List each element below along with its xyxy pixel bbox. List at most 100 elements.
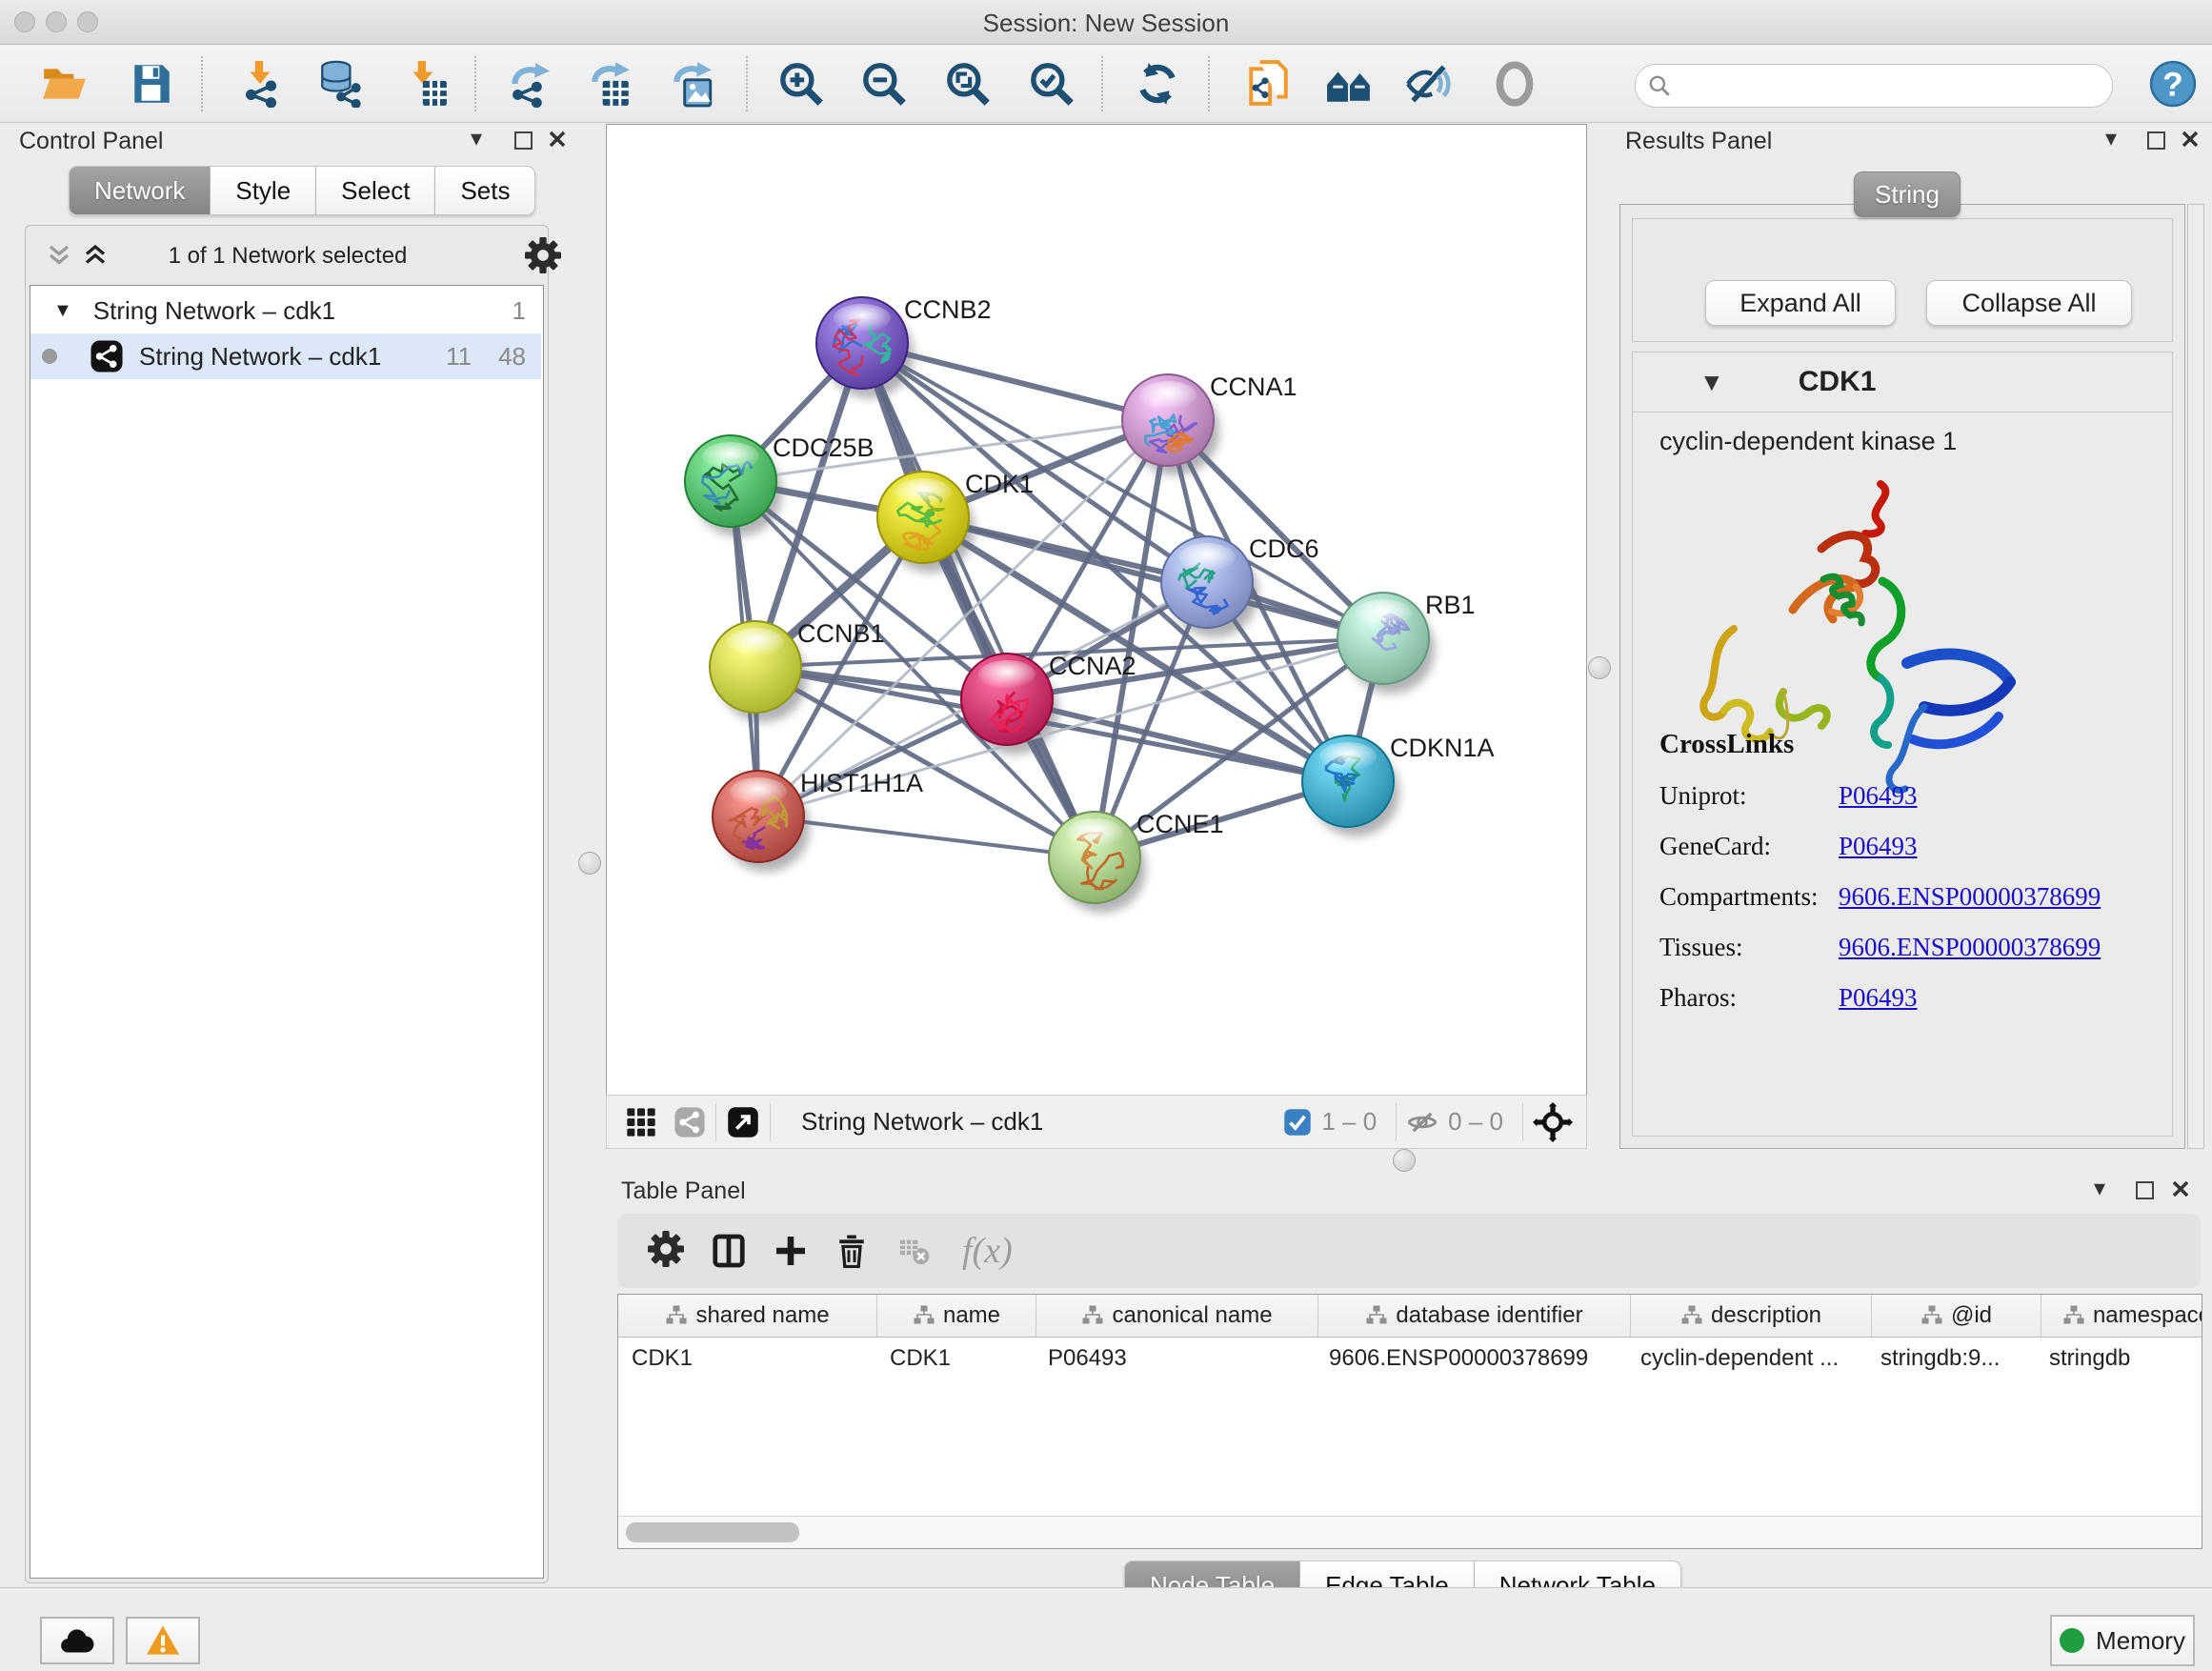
eye-icon[interactable]: [1491, 60, 1538, 108]
crosslink-label: Uniprot:: [1659, 781, 1839, 811]
open-session-icon[interactable]: [40, 60, 88, 108]
close-panel-icon[interactable]: [549, 131, 566, 148]
zoom-in-icon[interactable]: [777, 60, 825, 108]
network-status-dot-icon: [42, 349, 57, 364]
panel-menu-icon[interactable]: ▾: [2105, 128, 2117, 151]
search-input[interactable]: [1685, 71, 2099, 100]
float-panel-icon[interactable]: [2136, 1181, 2154, 1199]
warning-button[interactable]: [126, 1617, 200, 1664]
tab-string[interactable]: String: [1854, 171, 1961, 217]
close-panel-icon[interactable]: [2172, 1180, 2189, 1198]
node-CDK1[interactable]: [877, 472, 969, 563]
grid-view-icon[interactable]: [626, 1107, 656, 1137]
network-view-icon[interactable]: [674, 1106, 706, 1138]
column-header-namespace[interactable]: namespace: [2041, 1295, 2202, 1337]
toolbar-separator: [1396, 1103, 1397, 1141]
node-CDKN1A[interactable]: [1302, 735, 1394, 827]
column-header-database-identifier[interactable]: database identifier: [1318, 1295, 1631, 1337]
panel-menu-icon[interactable]: ▾: [2094, 1178, 2105, 1200]
node-CCNB2[interactable]: [816, 297, 908, 389]
tab-network[interactable]: Network: [69, 166, 211, 215]
save-session-icon[interactable]: [128, 60, 175, 108]
zoom-fit-icon[interactable]: [944, 60, 992, 108]
network-collection-row[interactable]: ▼ String Network – cdk1 1: [30, 288, 541, 333]
hidden-count: 0 – 0: [1448, 1107, 1503, 1137]
table-row[interactable]: CDK1CDK1P064939606.ENSP00000378699cyclin…: [618, 1338, 2202, 1379]
tab-sets[interactable]: Sets: [435, 166, 535, 215]
node-CCNA1[interactable]: [1122, 374, 1214, 466]
expand-all-icon[interactable]: [81, 243, 110, 268]
crosslink-link[interactable]: P06493: [1839, 781, 1918, 811]
control-panel-tabs: NetworkStyleSelectSets: [69, 166, 535, 215]
memory-status-dot: [2060, 1628, 2084, 1653]
delete-column-icon[interactable]: [835, 1234, 869, 1268]
node-CCNA2[interactable]: [961, 654, 1053, 745]
results-scrollbar[interactable]: [2187, 204, 2204, 1149]
float-panel-icon[interactable]: [514, 131, 533, 150]
column-header-canonical-name[interactable]: canonical name: [1036, 1295, 1318, 1337]
export-table-icon[interactable]: [587, 60, 634, 108]
tab-style[interactable]: Style: [211, 166, 316, 215]
bottom-splitter-handle[interactable]: [1393, 1149, 1416, 1172]
node-label-CDC6: CDC6: [1249, 534, 1319, 563]
import-network-file-icon[interactable]: [236, 60, 284, 108]
network-graph[interactable]: CCNB2CCNA1CDC25BCDK1CDC6RB1CCNB1CCNA2CDK…: [607, 125, 1586, 1095]
tree-expand-icon[interactable]: ▼: [53, 300, 72, 322]
help-icon[interactable]: ?: [2149, 60, 2197, 108]
select-columns-icon[interactable]: [711, 1233, 747, 1269]
left-splitter-handle[interactable]: [578, 852, 601, 875]
node-RB1[interactable]: [1337, 593, 1429, 684]
memory-button[interactable]: Memory: [2050, 1615, 2195, 1666]
table-options-gear-icon[interactable]: [648, 1231, 684, 1272]
export-image-icon[interactable]: [669, 60, 716, 108]
scrollbar-thumb[interactable]: [626, 1522, 799, 1542]
cloud-button[interactable]: [40, 1617, 114, 1664]
network-row-selected[interactable]: String Network – cdk1 11 48: [30, 333, 541, 379]
panel-menu-icon[interactable]: ▾: [471, 128, 482, 151]
zoom-out-icon[interactable]: [860, 60, 908, 108]
birds-eye-crosshair-icon[interactable]: [1533, 1102, 1573, 1142]
show-hide-icon[interactable]: [1405, 60, 1453, 108]
search-field: [1635, 64, 2113, 108]
column-header-shared-name[interactable]: shared name: [618, 1295, 877, 1337]
import-table-file-icon[interactable]: [402, 60, 450, 108]
export-network-icon[interactable]: [505, 60, 553, 108]
column-header-description[interactable]: description: [1631, 1295, 1872, 1337]
crosslink-link[interactable]: P06493: [1839, 983, 1918, 1013]
crosslink-label: Pharos:: [1659, 983, 1839, 1013]
column-header-@id[interactable]: @id: [1872, 1295, 2041, 1337]
float-panel-icon[interactable]: [2147, 131, 2165, 150]
column-header-name[interactable]: name: [877, 1295, 1036, 1337]
collapse-all-button[interactable]: Collapse All: [1926, 280, 2132, 326]
right-splitter-handle[interactable]: [1588, 656, 1611, 679]
expand-all-button[interactable]: Expand All: [1705, 280, 1896, 326]
table-cell: P06493: [1035, 1338, 1316, 1379]
toolbar-separator: [746, 56, 748, 111]
selected-checkbox-icon[interactable]: [1283, 1108, 1312, 1137]
section-collapse-icon[interactable]: ▼: [1699, 371, 1724, 393]
node-CCNB1[interactable]: [710, 621, 801, 713]
node-CDC6[interactable]: [1161, 536, 1253, 628]
collapse-all-icon[interactable]: [45, 243, 73, 268]
detach-view-icon[interactable]: [726, 1105, 760, 1139]
gene-section-header[interactable]: ▼ CDK1: [1633, 352, 2172, 413]
zoom-selected-icon[interactable]: [1028, 60, 1076, 108]
copy-style-icon[interactable]: [1244, 60, 1292, 108]
string-home-icon[interactable]: [1325, 60, 1373, 108]
crosslink-link[interactable]: 9606.ENSP00000378699: [1839, 882, 2101, 912]
tab-select[interactable]: Select: [316, 166, 435, 215]
node-HIST1H1A[interactable]: [713, 771, 804, 862]
node-CCNE1[interactable]: [1049, 812, 1140, 903]
refresh-icon[interactable]: [1134, 60, 1181, 108]
crosslink-link[interactable]: 9606.ENSP00000378699: [1839, 933, 2101, 962]
add-column-icon[interactable]: [774, 1234, 808, 1268]
close-panel-icon[interactable]: [2182, 131, 2199, 148]
crosslink-link[interactable]: P06493: [1839, 832, 1918, 861]
import-network-database-icon[interactable]: [316, 60, 364, 108]
main-toolbar: ?: [0, 45, 2212, 123]
hidden-eye-slash-icon[interactable]: [1406, 1106, 1438, 1138]
table-horizontal-scrollbar[interactable]: [618, 1516, 2202, 1548]
network-options-gear-icon[interactable]: [525, 237, 561, 278]
node-CDC25B[interactable]: [685, 435, 776, 527]
network-canvas[interactable]: CCNB2CCNA1CDC25BCDK1CDC6RB1CCNB1CCNA2CDK…: [606, 124, 1587, 1096]
